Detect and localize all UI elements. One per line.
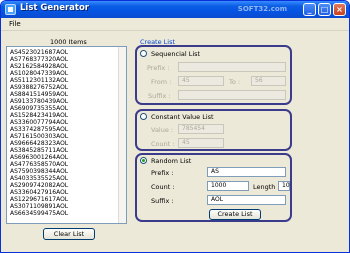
seq-to-field[interactable]: 56	[251, 76, 286, 86]
close-button[interactable]: ×	[333, 3, 346, 16]
seq-from-label: From :	[151, 78, 172, 86]
minimize-button[interactable]: _	[303, 3, 316, 16]
list-item[interactable]: AS4523021687AOL	[10, 49, 123, 56]
constant-title: Constant Value List	[151, 113, 214, 121]
list-item[interactable]: AS1229671617AOL	[10, 196, 123, 203]
list-scrollbar[interactable]	[118, 47, 126, 223]
list-item[interactable]: AS1528423419AOL	[10, 112, 123, 119]
rand-count-field[interactable]: 1000	[207, 181, 249, 191]
list-item[interactable]: AS9133780439AOL	[10, 98, 123, 105]
seq-from-field[interactable]: 45	[178, 76, 224, 86]
items-count-label: 1000 Items	[50, 38, 87, 46]
list-items: AS4523021687AOL AS7768377320AOL AS21625849…	[7, 47, 126, 219]
create-list-button[interactable]: Create List	[209, 209, 261, 220]
list-item[interactable]: AS2162584928AOL	[10, 63, 123, 70]
list-item[interactable]: AS5112301132AOL	[10, 77, 123, 84]
list-item[interactable]: AS7590398344AOL	[10, 168, 123, 175]
random-title: Random List	[151, 157, 192, 165]
watermark: SOFT32.com	[237, 5, 287, 13]
list-item[interactable]: AS4033535525AOL	[10, 175, 123, 182]
list-item[interactable]: AS3360427916AOL	[10, 189, 123, 196]
generated-list[interactable]: AS4523021687AOL AS7768377320AOL AS21625849…	[6, 46, 127, 224]
rand-prefix-field[interactable]: AS	[207, 167, 286, 177]
menu-file[interactable]: File	[9, 20, 21, 28]
list-item[interactable]: AS6634599475AOL	[10, 210, 123, 217]
rand-count-label: Count :	[151, 183, 175, 191]
list-item[interactable]: AS4776358570AOL	[10, 161, 123, 168]
maximize-button[interactable]: □	[318, 3, 331, 16]
list-item[interactable]: AS3374287595AOL	[10, 126, 123, 133]
list-item[interactable]: AS3845285711AOL	[10, 147, 123, 154]
const-count-field[interactable]: 45	[178, 138, 224, 148]
seq-suffix-field[interactable]	[178, 90, 286, 100]
list-item[interactable]: AS6909735355AOL	[10, 105, 123, 112]
random-radio[interactable]	[140, 157, 147, 164]
seq-prefix-field[interactable]	[178, 62, 286, 72]
list-item[interactable]: AS7768377320AOL	[10, 56, 123, 63]
sequential-radio[interactable]	[140, 50, 147, 57]
seq-to-label: To :	[229, 78, 241, 86]
list-item[interactable]: AS2909742082AOL	[10, 182, 123, 189]
list-item[interactable]: AS6963001264AOL	[10, 154, 123, 161]
const-count-label: Count :	[151, 140, 175, 148]
list-item[interactable]: AS7161500303AOL	[10, 133, 123, 140]
main-window: List Generator SOFT32.com _ □ × File 100…	[0, 0, 350, 253]
list-item[interactable]: AS3360077794AOL	[10, 119, 123, 126]
app-icon	[5, 4, 16, 15]
rand-length-label: Length :	[253, 183, 280, 191]
menu-bar: File	[1, 18, 349, 31]
list-item[interactable]: AS9666428323AOL	[10, 140, 123, 147]
rand-suffix-label: Suffix :	[151, 197, 174, 205]
constant-radio[interactable]	[140, 113, 147, 120]
rand-length-field[interactable]: 10	[278, 181, 290, 191]
sequential-title: Sequencial List	[151, 50, 201, 58]
seq-suffix-label: Suffix :	[148, 92, 171, 100]
rand-suffix-field[interactable]: AOL	[207, 195, 286, 205]
seq-prefix-label: Prefix :	[147, 64, 170, 72]
window-title: List Generator	[20, 3, 89, 13]
rand-prefix-label: Prefix :	[151, 169, 174, 177]
const-value-field[interactable]: 785454	[178, 124, 224, 134]
title-bar[interactable]: List Generator SOFT32.com _ □ ×	[1, 1, 349, 18]
list-item[interactable]: AS1028047339AOL	[10, 70, 123, 77]
list-item[interactable]: AS9388276752AOL	[10, 84, 123, 91]
const-value-label: Value :	[151, 126, 174, 134]
clear-list-button[interactable]: Clear List	[43, 228, 95, 240]
list-item[interactable]: AS3071109891AOL	[10, 203, 123, 210]
list-item[interactable]: AS8841514959AOL	[10, 91, 123, 98]
